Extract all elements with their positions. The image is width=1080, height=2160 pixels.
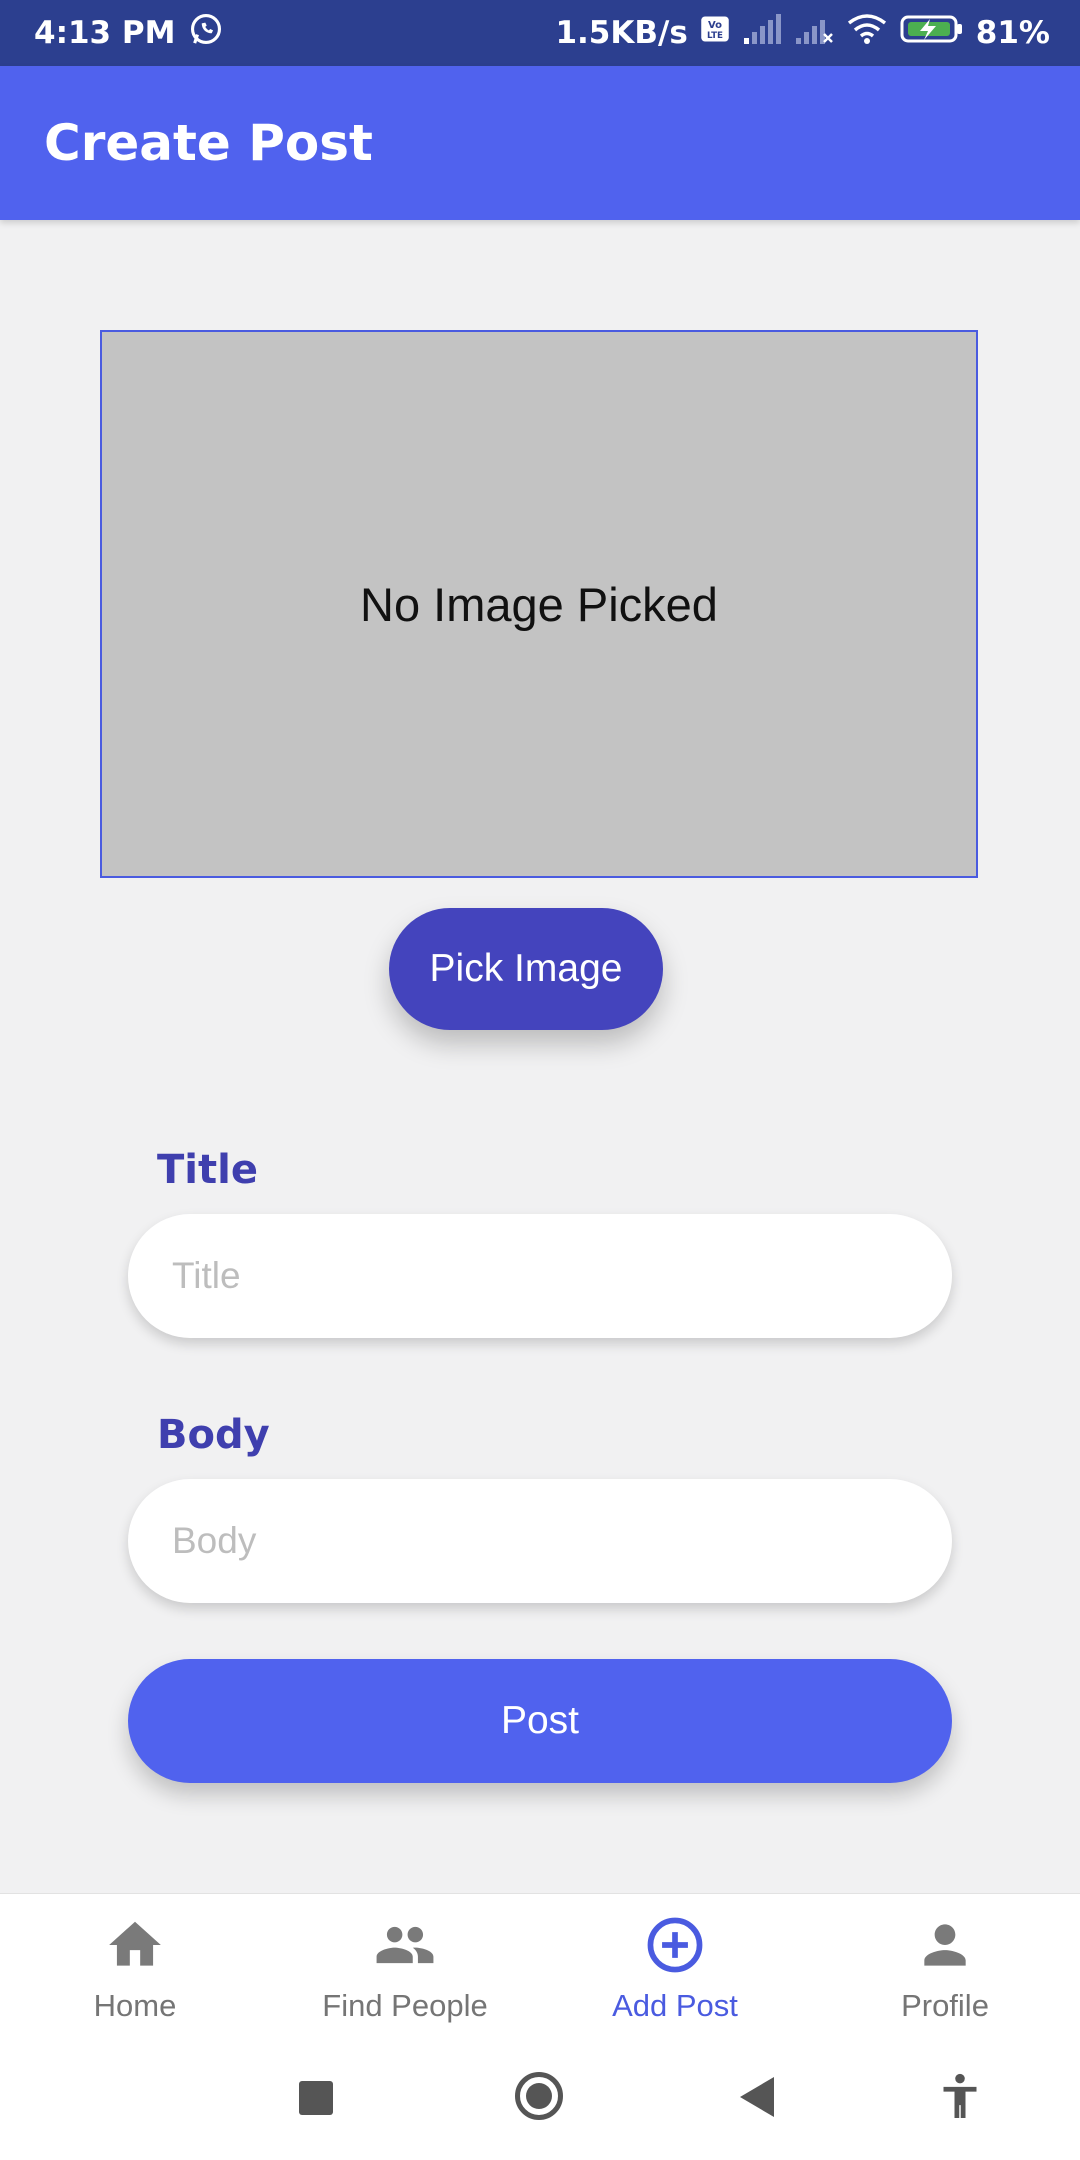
signal-no-service-icon (794, 14, 834, 52)
nav-item-home[interactable]: Home (0, 1894, 270, 2032)
signal-icon (742, 14, 782, 52)
recents-icon[interactable] (299, 2081, 333, 2115)
body-input[interactable] (128, 1479, 952, 1603)
add-circle-icon (647, 1917, 703, 1973)
people-icon (376, 1926, 434, 1964)
person-icon (924, 1924, 966, 1966)
svg-text:Vo: Vo (708, 20, 722, 31)
volte-icon: Vo LTE (700, 14, 730, 52)
nav-label-add-post: Add Post (612, 1988, 738, 2023)
image-preview: No Image Picked (100, 330, 978, 878)
net-speed: 1.5KB/s (555, 15, 688, 51)
nav-item-find-people[interactable]: Find People (270, 1894, 540, 2032)
nav-label-find-people: Find People (322, 1988, 488, 2023)
nav-item-add-post[interactable]: Add Post (540, 1894, 810, 2032)
nav-label-profile: Profile (901, 1988, 989, 2023)
title-input[interactable] (128, 1214, 952, 1338)
status-bar: 4:13 PM 1.5KB/s Vo LTE 81% (0, 0, 1080, 66)
post-button[interactable]: Post (128, 1659, 952, 1783)
battery-level: 81% (975, 15, 1050, 51)
home-circle-dot (526, 2083, 552, 2109)
body-label: Body (157, 1412, 270, 1458)
nav-label-home: Home (93, 1988, 177, 2023)
page-title: Create Post (44, 114, 373, 172)
system-nav-bar (0, 2032, 1080, 2160)
title-label: Title (157, 1147, 258, 1193)
image-placeholder-text: No Image Picked (360, 577, 718, 631)
bottom-nav: Home Find People Add Post Profile (0, 1893, 1080, 2033)
status-time: 4:13 PM (34, 15, 176, 51)
home-icon (109, 1921, 161, 1966)
svg-text:LTE: LTE (707, 31, 723, 41)
accessibility-icon[interactable] (938, 2072, 982, 2125)
wifi-icon (846, 13, 888, 53)
app-bar: Create Post (0, 66, 1080, 220)
battery-charging-icon (900, 14, 964, 52)
pick-image-button[interactable]: Pick Image (389, 908, 663, 1030)
nav-item-profile[interactable]: Profile (810, 1894, 1080, 2032)
whatsapp-icon (189, 12, 223, 54)
back-icon[interactable] (740, 2077, 774, 2117)
